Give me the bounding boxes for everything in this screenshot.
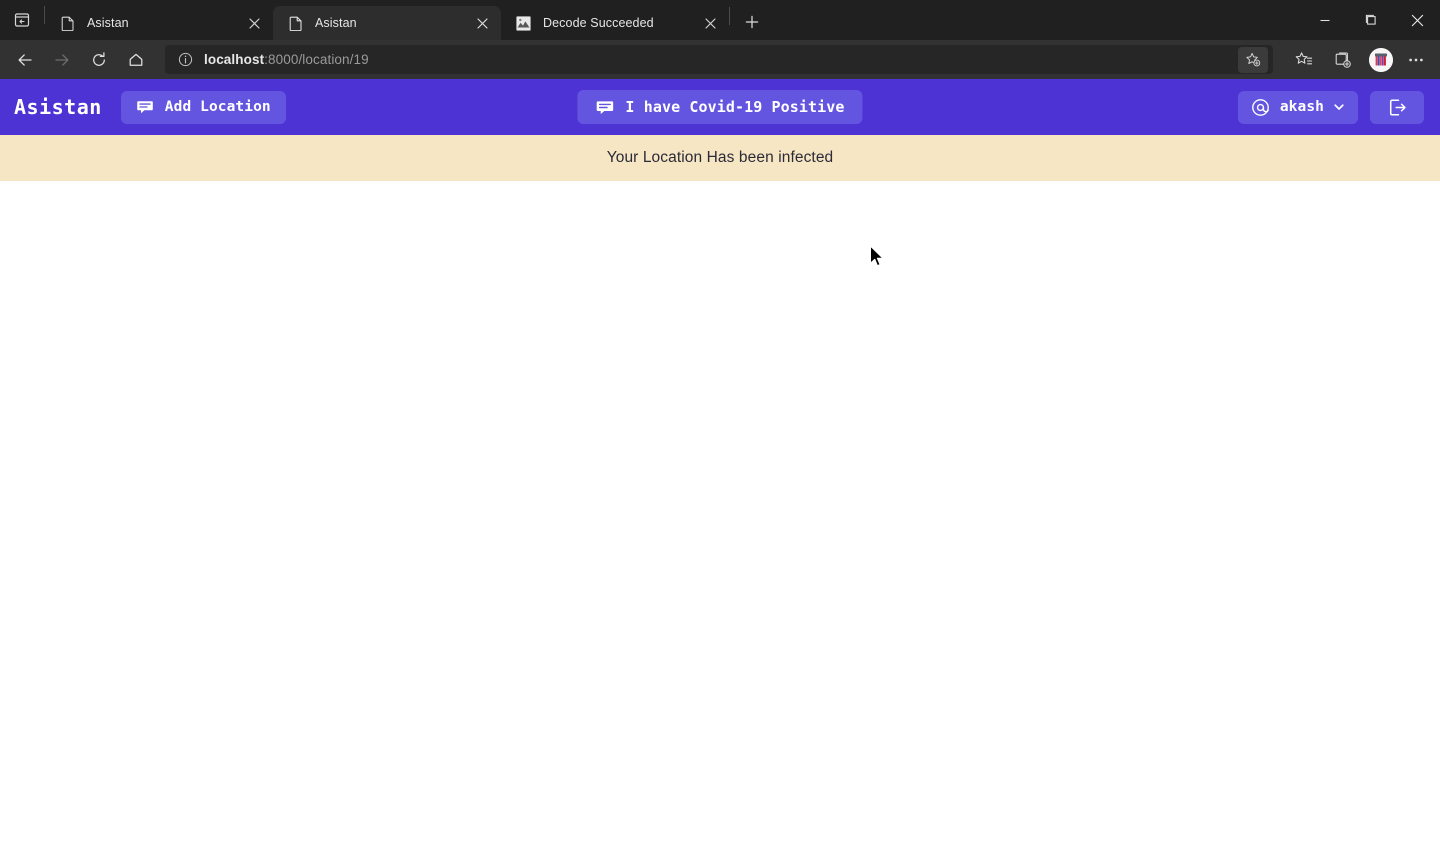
at-sign-icon: [1251, 98, 1270, 117]
add-favorite-button[interactable]: [1238, 46, 1268, 73]
new-tab-button[interactable]: [736, 7, 768, 37]
message-icon: [136, 98, 154, 116]
refresh-button[interactable]: [82, 45, 116, 75]
tab-strip: Asistan Asistan Decode Succeeded: [0, 0, 1440, 40]
browser-window: Asistan Asistan Decode Succeeded localho…: [0, 0, 1440, 845]
back-arrow-icon: [18, 53, 32, 66]
image-thumbnail-icon: [515, 15, 532, 32]
main-content: [0, 181, 1440, 845]
alert-message: Your Location Has been infected: [606, 149, 834, 166]
app-brand[interactable]: Asistan: [14, 95, 102, 119]
favorites-list-icon: [1295, 51, 1312, 64]
logout-icon: [1389, 98, 1406, 116]
star-plus-icon: [1246, 52, 1261, 66]
home-icon: [129, 53, 143, 66]
navbar-right-group: akash: [1237, 90, 1424, 124]
covid-positive-container: I have Covid-19 Positive: [577, 90, 863, 124]
minimize-button[interactable]: [1302, 0, 1348, 40]
document-icon: [287, 15, 304, 32]
minimize-icon: [1320, 19, 1330, 22]
plus-icon: [745, 15, 759, 29]
page-viewport: Asistan Add Location I have Covid-19 Pos…: [0, 79, 1440, 845]
url-host: localhost: [204, 52, 265, 67]
tab-actions-icon: [14, 13, 30, 27]
site-info-icon[interactable]: [173, 48, 197, 72]
back-button[interactable]: [8, 45, 42, 75]
tab-close-button[interactable]: [243, 12, 265, 34]
alert-banner: Your Location Has been infected: [0, 135, 1440, 181]
tab-actions-button[interactable]: [9, 7, 35, 33]
tab-title: Asistan: [315, 16, 357, 30]
maximize-button[interactable]: [1348, 0, 1394, 40]
ellipsis-icon: [1408, 58, 1423, 61]
refresh-icon: [93, 51, 105, 66]
user-name-label: akash: [1279, 99, 1324, 115]
covid-positive-button[interactable]: I have Covid-19 Positive: [577, 90, 863, 124]
app-navbar: Asistan Add Location I have Covid-19 Pos…: [0, 79, 1440, 135]
covid-positive-label: I have Covid-19 Positive: [625, 98, 845, 116]
close-icon: [248, 17, 260, 29]
collections-button[interactable]: [1326, 45, 1359, 75]
forward-arrow-icon: [55, 53, 69, 66]
close-icon: [704, 17, 716, 29]
add-location-label: Add Location: [164, 99, 271, 115]
add-location-button[interactable]: Add Location: [120, 90, 286, 124]
close-window-button[interactable]: [1394, 0, 1440, 40]
home-button[interactable]: [119, 45, 153, 75]
url-text: localhost:8000/location/19: [204, 52, 1238, 67]
document-icon: [59, 15, 76, 32]
chevron-down-icon: [1333, 101, 1345, 113]
tab-actions-container: [0, 0, 44, 40]
user-menu-button[interactable]: akash: [1237, 90, 1358, 124]
maximize-icon: [1365, 14, 1376, 25]
browser-tab-3[interactable]: Decode Succeeded: [501, 6, 729, 40]
browser-tab-1[interactable]: Asistan: [45, 6, 273, 40]
window-controls: [1302, 0, 1440, 40]
tab-divider: [729, 6, 730, 25]
collections-icon: [1335, 51, 1351, 68]
tab-close-button[interactable]: [699, 12, 721, 34]
tabs-container: Asistan Asistan Decode Succeeded: [45, 0, 770, 40]
message-icon: [595, 98, 614, 117]
profile-button[interactable]: [1369, 47, 1393, 72]
logout-button[interactable]: [1370, 90, 1424, 124]
browser-tab-2[interactable]: Asistan: [273, 6, 501, 40]
close-icon: [476, 17, 488, 29]
settings-menu-button[interactable]: [1399, 45, 1432, 75]
tab-title: Asistan: [87, 16, 129, 30]
forward-button[interactable]: [45, 45, 79, 75]
tab-close-button[interactable]: [471, 12, 493, 34]
profile-avatar-icon: [1369, 47, 1393, 72]
browser-toolbar: localhost:8000/location/19: [0, 40, 1440, 79]
url-path: :8000/location/19: [264, 52, 369, 67]
close-icon: [1411, 14, 1423, 26]
address-bar[interactable]: localhost:8000/location/19: [165, 45, 1273, 74]
tab-title: Decode Succeeded: [543, 16, 654, 30]
favorites-button[interactable]: [1287, 45, 1320, 75]
